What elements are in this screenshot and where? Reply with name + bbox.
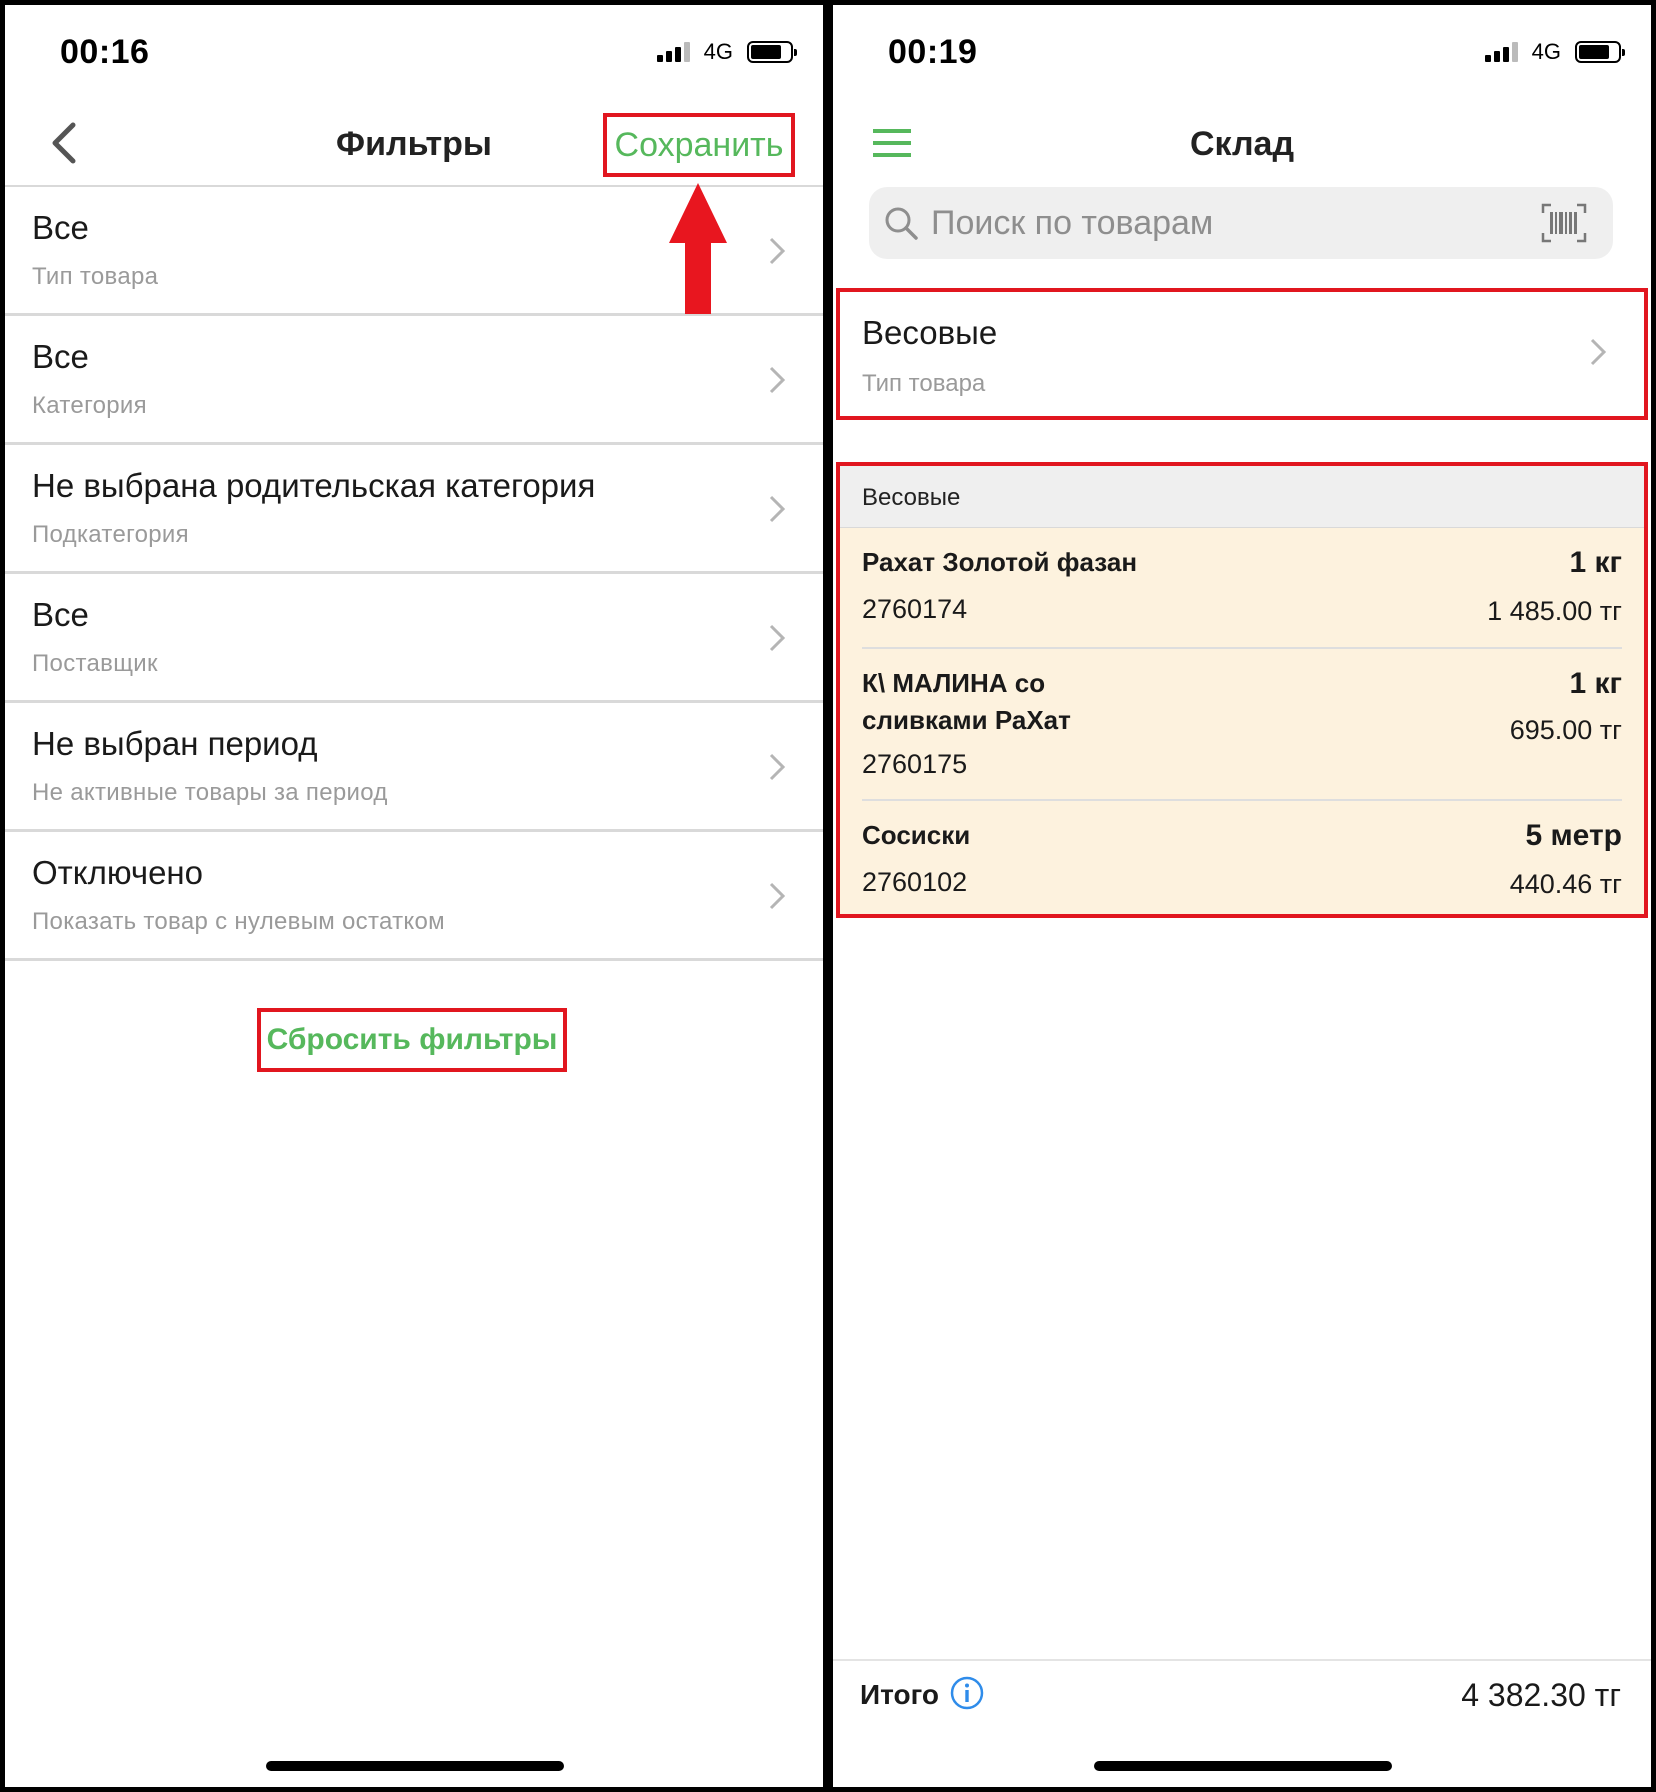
list-item[interactable]: К\ МАЛИНА со сливками РаХат 2760175 1 кг… bbox=[862, 649, 1622, 801]
filter-value: Все bbox=[32, 338, 89, 375]
product-list: Весовые Рахат Золотой фазан 2760174 1 кг… bbox=[836, 462, 1648, 918]
product-name: К\ МАЛИНА со сливками РаХат bbox=[862, 665, 1071, 739]
battery-icon bbox=[1575, 41, 1625, 63]
nav-bar: Склад bbox=[833, 97, 1651, 187]
product-quantity: 1 кг bbox=[1569, 546, 1622, 579]
filter-label: Тип товара bbox=[862, 370, 986, 397]
list-item[interactable]: Рахат Золотой фазан 2760174 1 кг 1 485.0… bbox=[862, 528, 1622, 649]
barcode-icon[interactable] bbox=[1541, 203, 1587, 243]
filter-label: Подкатегория bbox=[32, 521, 189, 548]
product-name: Рахат Золотой фазан bbox=[862, 547, 1138, 577]
product-name-line: сливками РаХат bbox=[862, 705, 1071, 735]
status-time: 00:19 bbox=[888, 33, 978, 71]
product-code: 2760102 bbox=[862, 867, 968, 897]
filters-screen: 00:16 4G Фильтры Сохранить Все Тип товар… bbox=[5, 5, 823, 1787]
group-header: Весовые bbox=[840, 466, 1644, 528]
chevron-right-icon bbox=[769, 495, 786, 523]
product-price: 440.46 тг bbox=[1509, 869, 1622, 899]
warehouse-screen: 00:19 4G Склад Поиск по товарам Весовые … bbox=[833, 5, 1651, 1787]
filter-value: Отключено bbox=[32, 854, 203, 891]
screenshot-frame: 00:16 4G Фильтры Сохранить Все Тип товар… bbox=[0, 0, 1656, 1792]
chevron-right-icon bbox=[769, 366, 786, 394]
reset-filters-button[interactable]: Сбросить фильтры bbox=[257, 1008, 567, 1072]
filter-label: Поставщик bbox=[32, 650, 158, 677]
filter-label: Не активные товары за период bbox=[32, 779, 388, 806]
home-indicator bbox=[1094, 1761, 1392, 1771]
filter-value: Все bbox=[32, 209, 89, 246]
filter-label: Тип товара bbox=[32, 263, 159, 290]
search-input[interactable]: Поиск по товарам bbox=[931, 204, 1213, 243]
product-price: 695.00 тг bbox=[1509, 715, 1622, 745]
status-bar: 00:19 4G bbox=[833, 5, 1651, 95]
filter-value: Все bbox=[32, 596, 89, 633]
group-title: Весовые bbox=[862, 484, 961, 511]
signal-icon bbox=[1484, 42, 1518, 62]
product-quantity: 1 кг bbox=[1569, 667, 1622, 700]
status-bar: 00:16 4G bbox=[5, 5, 823, 95]
filter-value: Не выбрана родительская категория bbox=[32, 467, 596, 504]
search-icon bbox=[885, 207, 918, 240]
filter-row-supplier[interactable]: Все Поставщик bbox=[5, 574, 823, 703]
chevron-right-icon bbox=[1590, 338, 1607, 366]
filter-value: Весовые bbox=[862, 314, 998, 351]
list-item[interactable]: Сосиски 2760102 5 метр 440.46 тг bbox=[862, 801, 1622, 914]
nav-bar: Фильтры Сохранить bbox=[5, 97, 823, 187]
filter-row-subcategory[interactable]: Не выбрана родительская категория Подкат… bbox=[5, 445, 823, 574]
battery-icon bbox=[747, 41, 797, 63]
network-label: 4G bbox=[1531, 39, 1561, 64]
info-icon[interactable] bbox=[949, 1675, 985, 1711]
status-time: 00:16 bbox=[60, 33, 150, 71]
up-arrow-annotation bbox=[669, 183, 727, 314]
product-price: 1 485.00 тг bbox=[1487, 596, 1622, 626]
filter-row-zero-stock[interactable]: Отключено Показать товар с нулевым остат… bbox=[5, 832, 823, 961]
filter-row-inactive-period[interactable]: Не выбран период Не активные товары за п… bbox=[5, 703, 823, 832]
search-bar[interactable]: Поиск по товарам bbox=[869, 187, 1613, 259]
save-button[interactable]: Сохранить bbox=[603, 113, 795, 177]
status-icons: 4G bbox=[1484, 39, 1625, 65]
filter-row-category[interactable]: Все Категория bbox=[5, 316, 823, 445]
product-name: Сосиски bbox=[862, 820, 971, 850]
product-quantity: 5 метр bbox=[1525, 819, 1622, 852]
page-title: Склад bbox=[1189, 125, 1295, 163]
signal-icon bbox=[656, 42, 690, 62]
divider bbox=[833, 1659, 1651, 1661]
product-code: 2760174 bbox=[862, 594, 968, 624]
chevron-right-icon bbox=[769, 753, 786, 781]
chevron-right-icon bbox=[769, 882, 786, 910]
total-label: Итого bbox=[860, 1679, 939, 1710]
product-type-filter[interactable]: Весовые Тип товара bbox=[836, 288, 1648, 420]
status-icons: 4G bbox=[656, 39, 797, 65]
home-indicator bbox=[266, 1761, 564, 1771]
filter-label: Показать товар с нулевым остатком bbox=[32, 908, 445, 935]
chevron-right-icon bbox=[769, 237, 786, 265]
filter-label: Категория bbox=[32, 392, 147, 419]
network-label: 4G bbox=[703, 39, 733, 64]
product-code: 2760175 bbox=[862, 749, 968, 779]
chevron-right-icon bbox=[769, 624, 786, 652]
product-name-line: К\ МАЛИНА со bbox=[862, 668, 1046, 698]
total-value: 4 382.30 тг bbox=[1461, 1677, 1621, 1713]
filter-value: Не выбран период bbox=[32, 725, 318, 762]
